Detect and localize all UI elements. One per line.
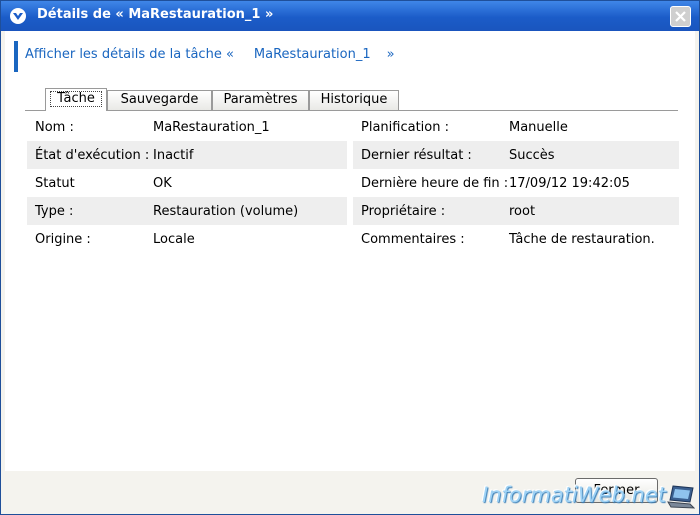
detail-value: Manuelle bbox=[509, 120, 568, 135]
tab-tache[interactable]: Tâche bbox=[45, 88, 107, 111]
task-details-window: Détails de « MaRestauration_1 » Afficher… bbox=[0, 0, 700, 515]
page-heading: Afficher les détails de la tâche « MaRest… bbox=[25, 47, 395, 62]
tab-sauvegarde[interactable]: Sauvegarde bbox=[107, 90, 212, 110]
detail-label: Planification : bbox=[361, 120, 449, 135]
detail-row: Planification : Manuelle bbox=[353, 113, 679, 141]
watermark-text: InformatiWeb.net bbox=[482, 483, 666, 507]
tab-separator bbox=[25, 110, 678, 111]
tab-historique[interactable]: Historique bbox=[309, 90, 399, 110]
detail-row: Dernier résultat : Succès bbox=[353, 141, 679, 169]
detail-value: Inactif bbox=[153, 148, 194, 163]
heading-task-name: MaRestauration_1 bbox=[253, 47, 371, 62]
detail-label: Statut bbox=[35, 176, 75, 191]
window-title: Détails de « MaRestauration_1 » bbox=[37, 7, 274, 22]
detail-value: root bbox=[509, 204, 536, 219]
heading-accent-bar bbox=[14, 41, 18, 72]
window-close-button[interactable] bbox=[670, 6, 691, 27]
heading-prefix: Afficher les détails de la tâche « bbox=[25, 47, 234, 62]
heading-suffix: » bbox=[386, 47, 395, 62]
detail-row: Commentaires : Tâche de restauration. bbox=[353, 225, 679, 253]
detail-value: Succès bbox=[509, 148, 555, 163]
detail-row: Dernière heure de fin : 17/09/12 19:42:0… bbox=[353, 169, 679, 197]
detail-label: Dernier résultat : bbox=[361, 148, 472, 163]
detail-label: Origine : bbox=[35, 232, 91, 247]
title-bar[interactable]: Détails de « MaRestauration_1 » bbox=[1, 1, 699, 31]
detail-label: Type : bbox=[35, 204, 74, 219]
laptop-icon bbox=[667, 484, 696, 514]
detail-label: Dernière heure de fin : bbox=[361, 176, 509, 191]
detail-value: Locale bbox=[153, 232, 195, 247]
tab-tache-label: Tâche bbox=[50, 91, 102, 107]
detail-row: Propriétaire : root bbox=[353, 197, 679, 225]
detail-label: Propriétaire : bbox=[361, 204, 446, 219]
app-logo-icon bbox=[9, 7, 27, 25]
detail-label: Commentaires : bbox=[361, 232, 465, 247]
detail-value: OK bbox=[153, 176, 172, 191]
content-area: Afficher les détails de la tâche « MaRest… bbox=[5, 31, 695, 471]
detail-row: Nom : MaRestauration_1 bbox=[27, 113, 347, 141]
detail-value: MaRestauration_1 bbox=[153, 120, 270, 135]
detail-row: Statut OK bbox=[27, 169, 347, 197]
tab-parametres[interactable]: Paramètres bbox=[212, 90, 309, 110]
detail-row: Type : Restauration (volume) bbox=[27, 197, 347, 225]
detail-value: 17/09/12 19:42:05 bbox=[509, 176, 630, 191]
detail-row: Origine : Locale bbox=[27, 225, 347, 253]
detail-value: Restauration (volume) bbox=[153, 204, 299, 219]
close-icon bbox=[675, 11, 686, 22]
detail-label: État d'exécution : bbox=[35, 148, 150, 163]
detail-label: Nom : bbox=[35, 120, 74, 135]
detail-value: Tâche de restauration. bbox=[509, 232, 655, 247]
detail-row: État d'exécution : Inactif bbox=[27, 141, 347, 169]
